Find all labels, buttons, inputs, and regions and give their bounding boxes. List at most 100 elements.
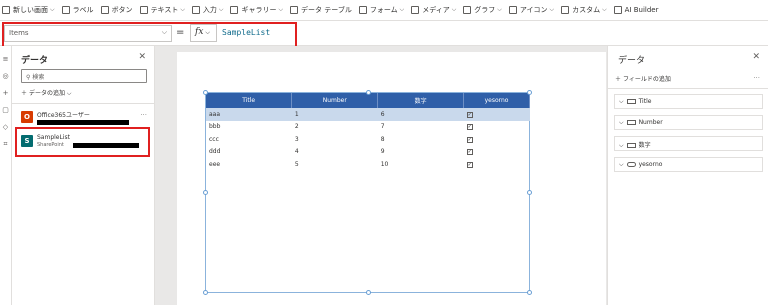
close-icon[interactable]: ✕ (138, 52, 146, 62)
connection-office365[interactable]: O Office365ユーザー ··· (21, 108, 147, 130)
add-field-button[interactable]: ＋ フィールドの追加 (615, 74, 671, 83)
chart-icon (463, 6, 472, 14)
chevron-down-icon: ⌵ (66, 90, 72, 97)
text-icon (139, 6, 148, 14)
ribbon-button[interactable]: ボタン (99, 5, 138, 15)
equals-sign: = (176, 27, 185, 38)
chevron-down-icon: ⌵ (619, 119, 624, 126)
ribbon-ai-builder[interactable]: AI Builder (612, 6, 664, 14)
resize-handle[interactable] (527, 190, 532, 195)
toggle-field-icon (626, 162, 636, 167)
ai-builder-icon (613, 6, 622, 14)
number-field-icon (626, 143, 636, 148)
property-dropdown[interactable]: Items ⌵ (4, 25, 172, 42)
data-icon[interactable]: ▢ (0, 106, 11, 114)
ribbon-text[interactable]: テキスト ⌵ (138, 5, 190, 15)
table-row[interactable]: aaa 1 6 ✓ (206, 108, 530, 121)
more-icon[interactable]: ··· (140, 111, 147, 119)
formula-input[interactable]: SampleList (222, 28, 270, 37)
table-row[interactable]: bbb 2 7 ✓ (206, 121, 530, 134)
plus-icon: ＋ (615, 76, 622, 83)
custom-icon (561, 6, 570, 14)
insert-icon[interactable]: + (0, 89, 11, 97)
plus-icon: ＋ (21, 90, 28, 97)
vars-icon[interactable]: ⌗ (0, 140, 11, 149)
ribbon-data-table[interactable]: データ テーブル (288, 5, 357, 15)
resize-handle[interactable] (203, 290, 208, 295)
divider (608, 88, 768, 89)
right-pane-title: データ (618, 56, 646, 66)
resize-handle[interactable] (527, 90, 532, 95)
text-field-icon (626, 99, 636, 104)
column-header-yesorno[interactable]: yesorno (463, 93, 530, 108)
tree-icon[interactable]: ◎ (0, 72, 11, 80)
formula-bar: Items ⌵ = fx ⌵ SampleList (0, 21, 768, 46)
form-icon (358, 6, 367, 14)
chevron-down-icon: ⌵ (497, 6, 502, 13)
ribbon-form[interactable]: フォーム ⌵ (357, 5, 409, 15)
add-data-button[interactable]: ＋ データの追加 ⌵ (21, 88, 71, 98)
close-icon[interactable]: ✕ (752, 52, 760, 62)
resize-handle[interactable] (366, 90, 371, 95)
gallery-icon (230, 6, 239, 14)
ribbon-gallery[interactable]: ギャラリー ⌵ (228, 5, 288, 15)
menu-icon[interactable]: ≡ (0, 55, 11, 63)
checkbox[interactable]: ✓ (466, 149, 473, 156)
redacted-site (73, 143, 139, 148)
ribbon-new-screen[interactable]: 新しい画面 ⌵ (0, 5, 60, 15)
data-pane-title: データ (21, 56, 49, 66)
checkbox[interactable]: ✓ (466, 124, 473, 131)
field-number[interactable]: ⌵ Number (614, 115, 763, 130)
data-pane: データ ✕ ⚲ 検索 ＋ データの追加 ⌵ O Office365ユーザー ··… (12, 46, 155, 305)
resize-handle[interactable] (203, 90, 208, 95)
field-yesorno[interactable]: ⌵ yesorno (614, 157, 763, 172)
chevron-down-icon: ⌵ (619, 161, 624, 168)
media-icon (411, 6, 420, 14)
ribbon-label[interactable]: ラベル (60, 5, 99, 15)
checkbox[interactable]: ✓ (466, 161, 473, 168)
screen-icon (2, 6, 10, 14)
properties-data-pane: データ ✕ ＋ フィールドの追加 ··· ⌵ Title ⌵ Number ⌵ 数字 … (607, 46, 768, 305)
column-header-title[interactable]: Title (206, 93, 293, 108)
table-row[interactable]: ddd 4 9 ✓ (206, 146, 530, 159)
ribbon-icons[interactable]: アイコン ⌵ (507, 5, 559, 15)
column-header-suji[interactable]: 数字 (377, 93, 465, 108)
search-icon: ⚲ (26, 74, 31, 81)
resize-handle[interactable] (203, 190, 208, 195)
field-suji[interactable]: ⌵ 数字 (614, 136, 763, 151)
table-row[interactable]: ccc 3 8 ✓ (206, 133, 530, 146)
data-table: Title Number 数字 yesorno aaa 1 6 ✓ bbb 2 … (206, 93, 530, 171)
label-icon (61, 6, 70, 14)
chevron-down-icon: ⌵ (619, 142, 624, 149)
connection-samplelist[interactable]: S SampleList SharePoint (21, 132, 147, 154)
sharepoint-icon: S (21, 135, 33, 147)
ribbon-chart[interactable]: グラフ ⌵ (461, 5, 507, 15)
chevron-down-icon: ⌵ (161, 28, 167, 36)
ribbon-custom[interactable]: カスタム ⌵ (559, 5, 612, 15)
table-icon (290, 6, 299, 14)
more-icon[interactable]: ··· (753, 74, 760, 82)
chevron-down-icon: ⌵ (399, 6, 405, 13)
table-row[interactable]: eee 5 10 ✓ (206, 158, 530, 171)
checkbox[interactable]: ✓ (466, 111, 473, 118)
field-title[interactable]: ⌵ Title (614, 94, 763, 109)
icons-icon (508, 6, 517, 14)
resize-handle[interactable] (527, 290, 532, 295)
button-icon (100, 6, 109, 14)
column-header-number[interactable]: Number (291, 93, 379, 108)
ribbon-media[interactable]: メディア ⌵ (409, 5, 461, 15)
redacted-account (37, 120, 129, 125)
fx-button[interactable]: fx ⌵ (190, 24, 217, 42)
divider (12, 103, 155, 104)
search-input[interactable]: ⚲ 検索 (21, 69, 147, 83)
number-field-icon (626, 120, 636, 125)
left-rail: ≡ ◎ + ▢ ◇ ⌗ (0, 46, 12, 305)
media-rail-icon[interactable]: ◇ (0, 123, 11, 131)
chevron-down-icon: ⌵ (278, 6, 284, 13)
chevron-down-icon: ⌵ (619, 98, 624, 105)
data-table-control[interactable]: Title Number 数字 yesorno aaa 1 6 ✓ bbb 2 … (203, 90, 532, 295)
ribbon-input[interactable]: 入力 ⌵ (190, 5, 229, 15)
checkbox[interactable]: ✓ (466, 136, 473, 143)
resize-handle[interactable] (366, 290, 371, 295)
chevron-down-icon: ⌵ (180, 6, 185, 13)
